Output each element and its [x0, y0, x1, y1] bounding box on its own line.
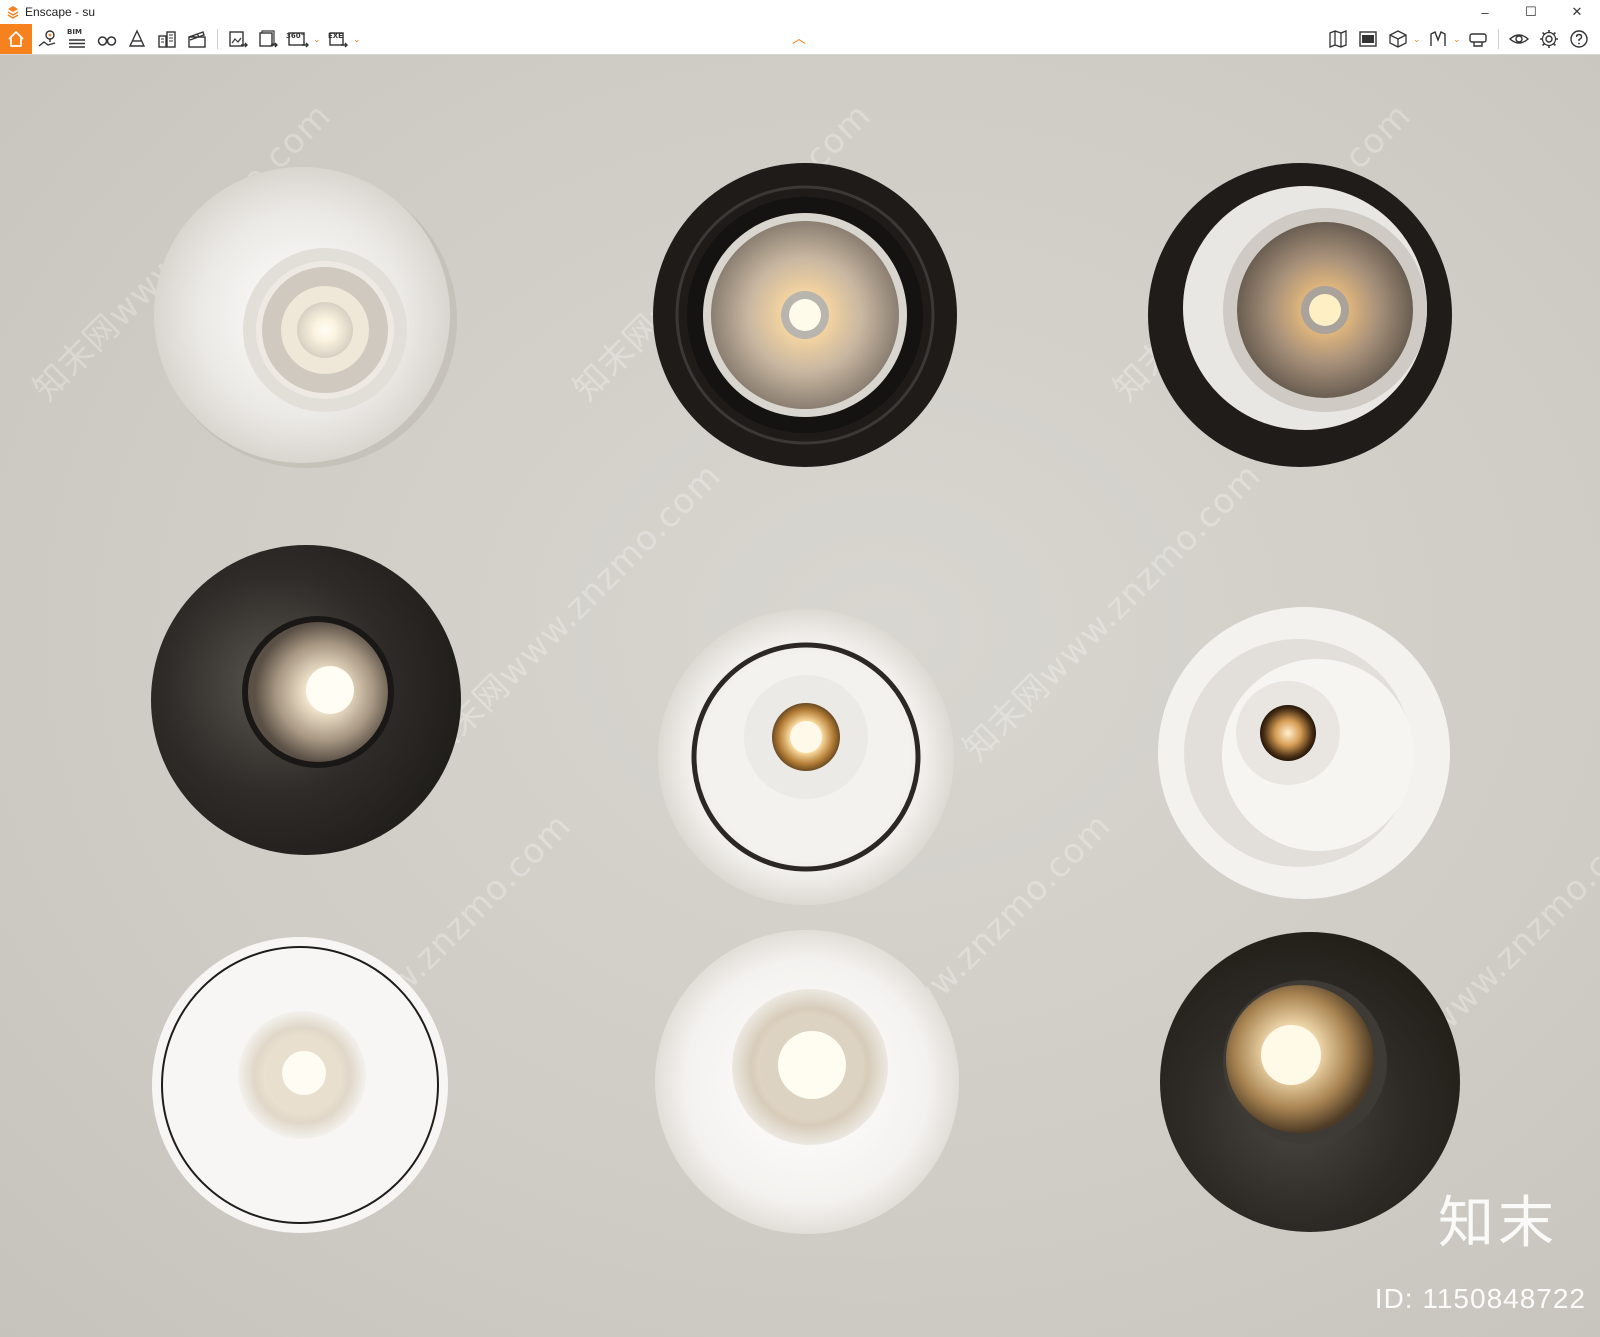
export-image-icon: [229, 31, 248, 48]
close-button[interactable]: ✕: [1554, 0, 1600, 24]
vr-headset-icon: [1469, 33, 1487, 47]
cube-icon: [1389, 30, 1407, 48]
clapper-icon: [188, 31, 206, 48]
materials-icon: [1430, 31, 1446, 46]
materials-button[interactable]: [1423, 24, 1453, 54]
light-white-tilted: [1158, 607, 1450, 899]
render-viewport[interactable]: 知末网www.znzmo.com 知末网www.znzmo.com 知末网www…: [0, 55, 1600, 1337]
right-toolbar: ⌄ ⌄: [1323, 24, 1594, 54]
buildings-button[interactable]: [152, 24, 182, 54]
panorama-dropdown-icon[interactable]: ⌄: [313, 34, 323, 45]
home-button[interactable]: [0, 24, 32, 54]
panorama-button[interactable]: 360°: [283, 24, 313, 54]
binoculars-icon: [97, 36, 117, 46]
exe-label: EXE: [328, 32, 343, 40]
asset-library-button[interactable]: [122, 24, 152, 54]
light-black-gimbal: [653, 163, 957, 467]
light-white-thin-ring: [152, 937, 448, 1233]
light-white-trimmed: [154, 167, 457, 468]
exe-dropdown-icon[interactable]: ⌄: [353, 34, 363, 45]
bim-label: BIM: [67, 28, 82, 36]
enscape-logo-icon: [7, 6, 19, 19]
buildings-icon: [158, 31, 176, 48]
home-icon: [8, 31, 24, 47]
visual-settings-button[interactable]: [1504, 24, 1534, 54]
title-bar: Enscape - su – ☐ ✕: [0, 0, 1600, 25]
window-title: Enscape - su: [25, 5, 96, 19]
panorama-label: 360°: [286, 32, 305, 40]
location-pin-icon: [38, 30, 56, 47]
vr-button[interactable]: [1463, 24, 1493, 54]
brand-id: ID: 1150848722: [1374, 1283, 1586, 1314]
batch-render-button[interactable]: [253, 24, 283, 54]
toolbar-separator: [217, 29, 218, 49]
collapse-toolbar-icon[interactable]: ︿: [792, 28, 806, 48]
batch-export-icon: [259, 30, 278, 48]
cube-dropdown-icon[interactable]: ⌄: [1413, 34, 1423, 45]
video-editor-button[interactable]: [182, 24, 212, 54]
walk-mode-button[interactable]: [92, 24, 122, 54]
help-icon: [1570, 30, 1588, 48]
light-black-tilted: [1148, 163, 1452, 467]
settings-button[interactable]: [1534, 24, 1564, 54]
image-icon: [1359, 31, 1377, 47]
brand-logo: 知末: [1438, 1191, 1558, 1256]
light-white-dome: [655, 930, 959, 1234]
light-dark-cone: [151, 545, 461, 855]
help-button[interactable]: [1564, 24, 1594, 54]
light-white-ring: [658, 609, 954, 905]
materials-dropdown-icon[interactable]: ⌄: [1453, 34, 1463, 45]
cone-icon: [128, 29, 146, 47]
bim-button[interactable]: BIM: [62, 24, 92, 54]
toolbar-separator-right: [1498, 29, 1499, 49]
minimize-button[interactable]: –: [1462, 0, 1508, 24]
map-icon: [1329, 30, 1347, 48]
screenshot-button[interactable]: [223, 24, 253, 54]
exe-export-button[interactable]: EXE: [323, 24, 353, 54]
gear-icon: [1540, 30, 1558, 48]
light-dark-warm: [1160, 932, 1460, 1232]
capture-button[interactable]: [1353, 24, 1383, 54]
maximize-button[interactable]: ☐: [1508, 0, 1554, 24]
map-button[interactable]: [1323, 24, 1353, 54]
cube-button[interactable]: [1383, 24, 1413, 54]
eye-icon: [1508, 34, 1530, 44]
views-button[interactable]: [32, 24, 62, 54]
